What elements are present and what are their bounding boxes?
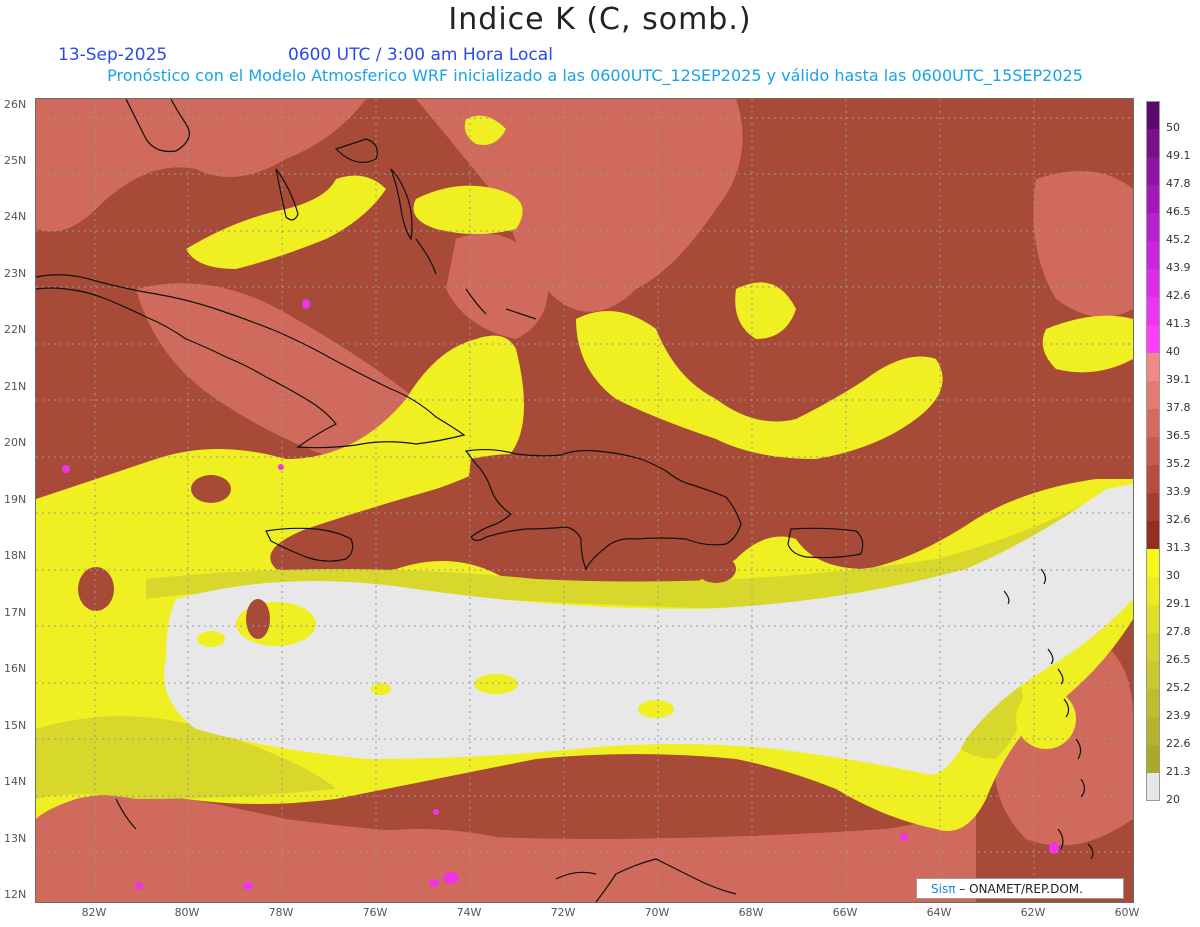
lat-label: 15N — [4, 719, 27, 732]
forecast-time: 0600 UTC / 3:00 am Hora Local — [288, 45, 553, 65]
lat-label: 14N — [4, 775, 27, 788]
colorbar-segment — [1146, 717, 1160, 745]
lat-label: 16N — [4, 662, 27, 675]
k-index-field — [36, 99, 1133, 902]
colorbar-label: 39.1 — [1166, 373, 1191, 386]
colorbar-label: 47.8 — [1166, 177, 1191, 190]
lon-label: 68W — [738, 906, 764, 919]
lat-label: 21N — [4, 380, 27, 393]
lat-label: 19N — [4, 493, 27, 506]
colorbar-segment — [1146, 745, 1160, 773]
colorbar-label: 29.1 — [1166, 597, 1191, 610]
colorbar-label: 25.2 — [1166, 681, 1191, 694]
credit-box: Sisπ – ONAMET/REP.DOM. — [916, 878, 1124, 899]
colorbar-segment — [1146, 353, 1160, 381]
lon-label: 62W — [1020, 906, 1046, 919]
lon-label: 66W — [832, 906, 858, 919]
colorbar-segment — [1146, 633, 1160, 661]
colorbar-label: 36.5 — [1166, 429, 1191, 442]
lat-label: 24N — [4, 210, 27, 223]
colorbar-label: 23.9 — [1166, 709, 1191, 722]
colorbar-segment — [1146, 689, 1160, 717]
colorbar-segment — [1146, 213, 1160, 241]
lon-label: 82W — [81, 906, 107, 919]
colorbar-label: 27.8 — [1166, 625, 1191, 638]
lat-label: 22N — [4, 323, 27, 336]
lon-label: 60W — [1114, 906, 1140, 919]
colorbar-segment — [1146, 605, 1160, 633]
colorbar-segment — [1146, 241, 1160, 269]
colorbar-segment — [1146, 661, 1160, 689]
lat-label: 13N — [4, 832, 27, 845]
map-area[interactable] — [35, 98, 1134, 903]
forecast-subtitle: Pronóstico con el Modelo Atmosferico WRF… — [107, 66, 1083, 85]
colorbar-label: 32.6 — [1166, 513, 1191, 526]
lon-label: 80W — [174, 906, 200, 919]
lon-label: 70W — [644, 906, 670, 919]
colorbar-segment — [1146, 465, 1160, 493]
lon-label: 76W — [362, 906, 388, 919]
colorbar-label: 21.3 — [1166, 765, 1191, 778]
lat-label: 18N — [4, 549, 27, 562]
colorbar-label: 43.9 — [1166, 261, 1191, 274]
colorbar-label: 40 — [1166, 345, 1180, 358]
colorbar — [1146, 101, 1160, 801]
colorbar-segment — [1146, 129, 1160, 157]
lat-label: 26N — [4, 98, 27, 111]
colorbar-segment — [1146, 381, 1160, 409]
colorbar-label: 33.9 — [1166, 485, 1191, 498]
colorbar-label: 20 — [1166, 793, 1180, 806]
colorbar-label: 45.2 — [1166, 233, 1191, 246]
colorbar-segment — [1146, 269, 1160, 297]
colorbar-label: 49.1 — [1166, 149, 1191, 162]
colorbar-label: 30 — [1166, 569, 1180, 582]
colorbar-label: 50 — [1166, 121, 1180, 134]
colorbar-label: 35.2 — [1166, 457, 1191, 470]
colorbar-label: 22.6 — [1166, 737, 1191, 750]
chart-title: Indice K (C, somb.) — [448, 2, 752, 37]
lon-label: 78W — [268, 906, 294, 919]
lon-label: 72W — [550, 906, 576, 919]
lat-label: 20N — [4, 436, 27, 449]
credit-text: – ONAMET/REP.DOM. — [959, 882, 1083, 896]
lat-label: 12N — [4, 888, 27, 901]
colorbar-segment — [1146, 773, 1160, 801]
lon-label: 74W — [456, 906, 482, 919]
colorbar-segment — [1146, 577, 1160, 605]
colorbar-segment — [1146, 521, 1160, 549]
lat-label: 23N — [4, 267, 27, 280]
colorbar-segment — [1146, 157, 1160, 185]
colorbar-segment — [1146, 325, 1160, 353]
lon-label: 64W — [926, 906, 952, 919]
colorbar-segment — [1146, 101, 1160, 129]
colorbar-label: 41.3 — [1166, 317, 1191, 330]
lat-label: 25N — [4, 154, 27, 167]
colorbar-label: 42.6 — [1166, 289, 1191, 302]
colorbar-label: 37.8 — [1166, 401, 1191, 414]
colorbar-label: 26.5 — [1166, 653, 1191, 666]
colorbar-label: 46.5 — [1166, 205, 1191, 218]
colorbar-segment — [1146, 409, 1160, 437]
forecast-date: 13-Sep-2025 — [58, 45, 168, 65]
colorbar-segment — [1146, 493, 1160, 521]
colorbar-segment — [1146, 297, 1160, 325]
lat-label: 17N — [4, 606, 27, 619]
credit-brand: Sisπ — [931, 882, 956, 896]
colorbar-segment — [1146, 549, 1160, 577]
colorbar-segment — [1146, 437, 1160, 465]
colorbar-label: 31.3 — [1166, 541, 1191, 554]
colorbar-segment — [1146, 185, 1160, 213]
